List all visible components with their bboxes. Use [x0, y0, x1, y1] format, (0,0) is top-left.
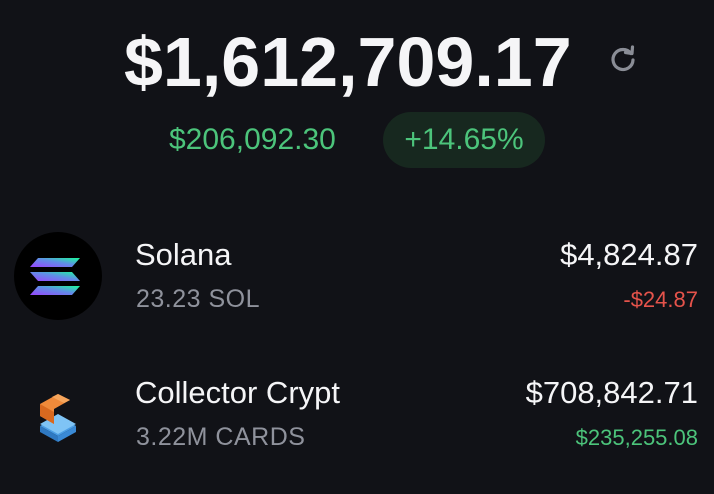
- total-balance: $1,612,709.17: [124, 23, 572, 101]
- portfolio-balance-header: $1,612,709.17: [0, 18, 714, 102]
- collector-crypt-logo-icon: [14, 370, 102, 458]
- asset-name: Collector Crypt: [135, 375, 340, 410]
- asset-name: Solana: [135, 237, 232, 272]
- change-percent: +14.65%: [404, 123, 524, 156]
- refresh-icon[interactable]: [606, 42, 640, 76]
- asset-amount: 23.23 SOL: [136, 285, 261, 313]
- asset-row-collector-crypt[interactable]: Collector Crypt 3.22M CARDS $708,842.71 …: [0, 360, 714, 470]
- portfolio-change-row: $206,092.30 +14.65%: [0, 112, 714, 168]
- asset-value: $4,824.87: [560, 237, 698, 272]
- asset-amount: 3.22M CARDS: [136, 423, 306, 451]
- asset-change: $235,255.08: [575, 425, 698, 450]
- asset-change: -$24.87: [623, 287, 698, 312]
- solana-logo-icon: [14, 232, 102, 320]
- asset-row-solana[interactable]: Solana 23.23 SOL $4,824.87 -$24.87: [0, 222, 714, 332]
- change-percent-badge: +14.65%: [383, 112, 545, 168]
- asset-value: $708,842.71: [525, 375, 698, 410]
- change-amount: $206,092.30: [169, 123, 336, 156]
